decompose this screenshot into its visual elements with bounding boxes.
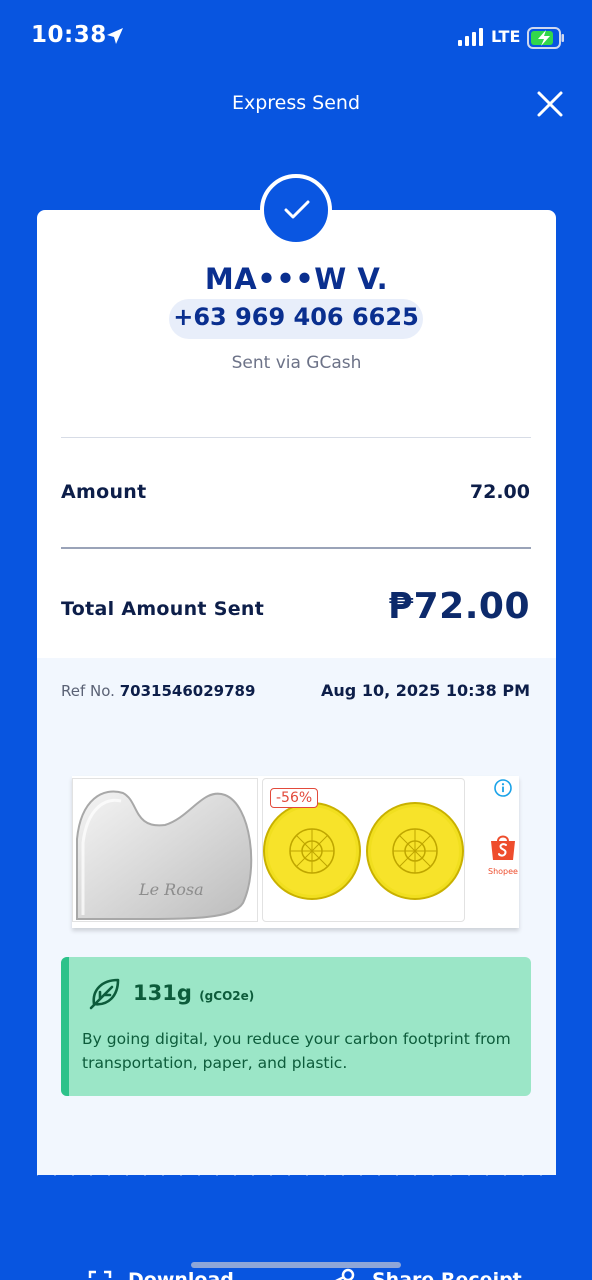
download-icon <box>88 1270 112 1278</box>
amount-value: 72.00 <box>469 481 530 503</box>
ad-info-icon[interactable] <box>494 779 512 797</box>
download-button[interactable]: Download <box>128 1269 234 1280</box>
battery-charging-icon <box>527 27 564 49</box>
divider <box>61 547 531 549</box>
eco-accent-bar <box>61 957 69 1096</box>
recipient-name: MA•••W V. <box>204 262 389 296</box>
recipient-phone: +63 969 406 6625 <box>173 303 419 331</box>
shopee-bag-icon <box>491 835 515 860</box>
close-button[interactable] <box>532 86 568 122</box>
ref-label: Ref No. <box>61 682 115 700</box>
bottom-actions: Download Share Receipt <box>0 1266 592 1280</box>
shopee-logo: Shopee <box>486 832 520 876</box>
carbon-unit: (gCO2e) <box>199 989 255 1003</box>
home-indicator[interactable] <box>191 1262 401 1268</box>
share-icon <box>335 1268 355 1280</box>
page-title: Express Send <box>231 92 361 114</box>
network-type: LTE <box>491 27 521 46</box>
ref-value: 7031546029789 <box>119 682 256 700</box>
success-badge <box>260 174 332 246</box>
amount-label: Amount <box>61 481 147 503</box>
carbon-amount: 131g (gCO2e) <box>133 981 254 1005</box>
close-icon <box>537 91 563 117</box>
shopee-label: Shopee <box>488 867 518 876</box>
discount-badge: -56% <box>270 788 319 808</box>
sent-via-label: Sent via GCash <box>231 353 362 373</box>
cellular-signal-icon <box>458 28 483 46</box>
transaction-datetime: Aug 10, 2025 10:38 PM <box>321 681 530 700</box>
total-value: ₱72.00 <box>388 586 530 627</box>
reference-number: Ref No. 7031546029789 <box>61 682 255 700</box>
divider <box>61 437 531 438</box>
status-time: 10:38 <box>31 22 107 48</box>
ad-product-soap[interactable]: -56% <box>262 778 465 922</box>
product-engraving: Le Rosa <box>138 880 204 899</box>
carbon-footprint-notice: 131g (gCO2e) By going digital, you reduc… <box>61 957 531 1096</box>
total-label: Total Amount Sent <box>61 598 265 620</box>
gua-sha-image: Le Rosa <box>76 790 253 920</box>
status-bar: 10:38 LTE <box>0 0 592 76</box>
receipt-torn-edge <box>37 1158 556 1176</box>
ad-banner[interactable]: Le Rosa -56% Shopee <box>72 776 519 928</box>
leaf-icon <box>89 978 120 1010</box>
share-receipt-button[interactable]: Share Receipt <box>372 1269 522 1280</box>
carbon-message: By going digital, you reduce your carbon… <box>82 1030 511 1072</box>
carbon-value: 131g <box>133 981 192 1005</box>
location-arrow-icon <box>107 28 123 44</box>
ad-product-gua-sha[interactable]: Le Rosa <box>72 778 258 922</box>
checkmark-icon <box>284 200 310 219</box>
